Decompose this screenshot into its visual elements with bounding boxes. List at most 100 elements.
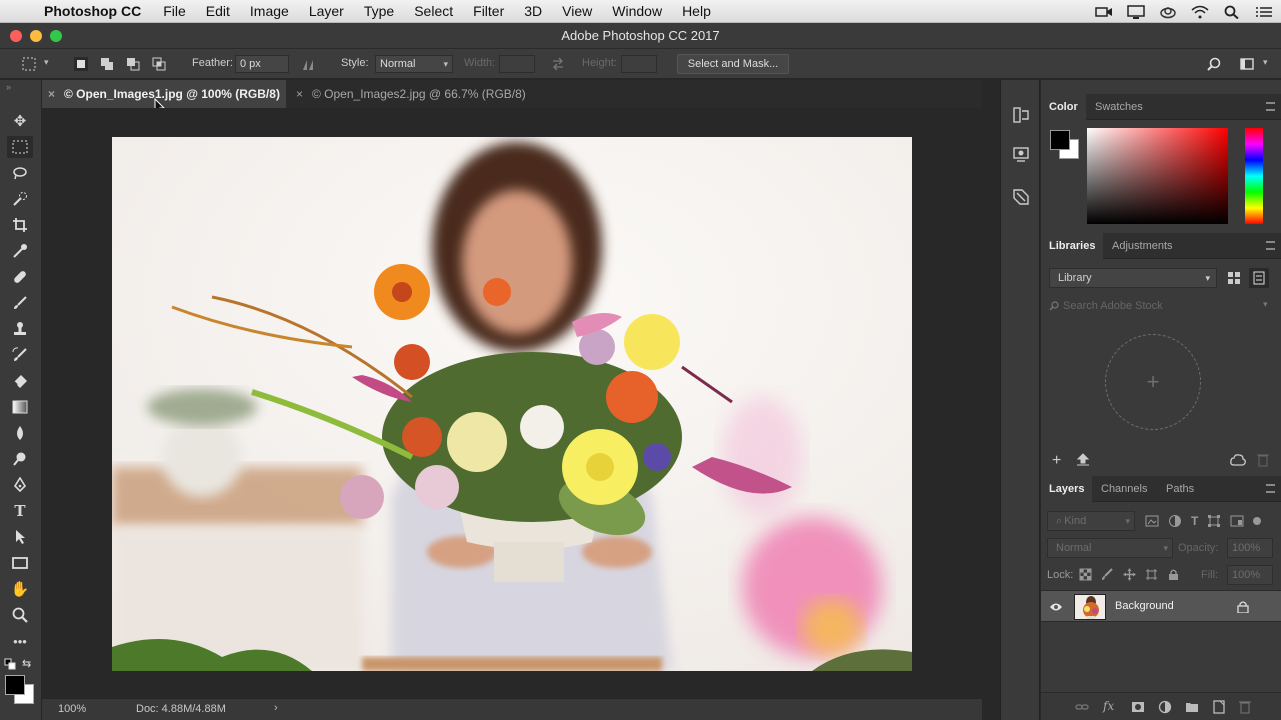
subtract-from-selection-icon[interactable] <box>126 57 140 71</box>
tab-channels[interactable]: Channels <box>1093 476 1155 502</box>
opacity-input[interactable]: 100% <box>1227 538 1273 558</box>
swap-colors-icon[interactable]: ⇆ <box>22 657 31 670</box>
pen-tool-icon[interactable] <box>7 474 33 496</box>
search-icon[interactable] <box>1207 57 1221 71</box>
menu-help[interactable]: Help <box>682 3 711 19</box>
add-icon[interactable]: + <box>1052 452 1061 470</box>
grid-view-icon[interactable] <box>1227 271 1241 285</box>
menu-view[interactable]: View <box>562 3 592 19</box>
camera-icon[interactable] <box>1095 5 1113 19</box>
filter-type-icon[interactable]: T <box>1191 514 1198 528</box>
marquee-preset-icon[interactable] <box>22 57 36 71</box>
canvas-area[interactable] <box>42 108 982 698</box>
path-selection-tool-icon[interactable] <box>7 526 33 548</box>
lock-position-icon[interactable] <box>1123 568 1136 581</box>
creative-cloud-icon[interactable] <box>1159 5 1177 19</box>
menu-image[interactable]: Image <box>250 3 289 19</box>
swap-width-height-icon[interactable] <box>551 57 565 71</box>
menu-edit[interactable]: Edit <box>206 3 230 19</box>
layer-style-icon[interactable]: fx <box>1103 699 1114 713</box>
eraser-tool-icon[interactable] <box>7 370 33 392</box>
menu-app-name[interactable]: Photoshop CC <box>44 3 141 19</box>
marquee-tool-icon[interactable] <box>7 136 33 158</box>
new-group-icon[interactable] <box>1185 700 1199 714</box>
properties-panel-icon[interactable] <box>1012 146 1030 164</box>
collapse-arrows-icon[interactable]: » <box>6 82 11 92</box>
notification-list-icon[interactable] <box>1255 5 1273 19</box>
tab-layers[interactable]: Layers <box>1041 476 1093 502</box>
list-view-icon[interactable] <box>1249 268 1269 288</box>
adjustment-layer-icon[interactable] <box>1158 700 1172 714</box>
edit-toolbar-icon[interactable]: ••• <box>7 630 33 652</box>
quick-selection-tool-icon[interactable] <box>7 188 33 210</box>
eyedropper-tool-icon[interactable] <box>7 240 33 262</box>
menu-select[interactable]: Select <box>414 3 453 19</box>
hand-tool-icon[interactable]: ✋ <box>7 578 33 600</box>
history-panel-icon[interactable] <box>1012 106 1030 124</box>
anti-alias-icon[interactable] <box>302 57 316 71</box>
tab-adjustments[interactable]: Adjustments <box>1104 233 1181 259</box>
panel-menu-icon[interactable] <box>1266 241 1275 250</box>
crop-tool-icon[interactable] <box>7 214 33 236</box>
link-layers-icon[interactable] <box>1075 700 1089 714</box>
color-field[interactable] <box>1087 128 1228 224</box>
lasso-tool-icon[interactable] <box>7 162 33 184</box>
new-layer-icon[interactable] <box>1212 700 1226 714</box>
delete-layer-icon[interactable] <box>1239 700 1251 714</box>
tab-color[interactable]: Color <box>1041 94 1086 120</box>
upload-icon[interactable] <box>1076 453 1090 467</box>
history-brush-tool-icon[interactable] <box>7 344 33 366</box>
menu-file[interactable]: File <box>163 3 186 19</box>
foreground-swatch[interactable] <box>1050 130 1070 150</box>
close-tab-icon[interactable]: × <box>48 80 55 108</box>
add-mask-icon[interactable] <box>1131 700 1145 714</box>
brush-tool-icon[interactable] <box>7 292 33 314</box>
layer-name[interactable]: Background <box>1115 600 1174 612</box>
menu-type[interactable]: Type <box>364 3 394 19</box>
trash-icon[interactable] <box>1257 453 1269 467</box>
new-selection-icon[interactable] <box>74 57 88 71</box>
filter-shape-icon[interactable] <box>1207 514 1221 528</box>
sync-cloud-icon[interactable] <box>1230 453 1246 467</box>
lock-image-pixels-icon[interactable] <box>1101 568 1114 581</box>
menu-window[interactable]: Window <box>612 3 662 19</box>
panel-menu-icon[interactable] <box>1266 102 1275 111</box>
blend-mode-select[interactable]: Normal ▾ <box>1047 538 1173 558</box>
doc-size[interactable]: Doc: 4.88M/4.88M <box>136 703 226 715</box>
wifi-icon[interactable] <box>1191 5 1209 19</box>
clone-stamp-tool-icon[interactable] <box>7 318 33 340</box>
filter-smart-object-icon[interactable] <box>1230 514 1244 528</box>
chevron-down-icon[interactable]: ▾ <box>1263 57 1268 68</box>
stock-search-field[interactable]: Search Adobe Stock ▾ <box>1041 295 1281 317</box>
tab-open-images2[interactable]: × © Open_Images2.jpg @ 66.7% (RGB/8) <box>290 80 542 108</box>
zoom-tool-icon[interactable] <box>7 604 33 626</box>
height-input[interactable] <box>621 55 657 73</box>
tab-swatches[interactable]: Swatches <box>1087 94 1151 120</box>
zoom-window-button[interactable] <box>50 30 62 42</box>
tab-libraries[interactable]: Libraries <box>1041 233 1104 259</box>
dodge-tool-icon[interactable] <box>7 448 33 470</box>
rectangle-tool-icon[interactable] <box>7 552 33 574</box>
close-tab-icon[interactable]: × <box>296 80 303 108</box>
width-input[interactable] <box>499 55 535 73</box>
menu-3d[interactable]: 3D <box>524 3 542 19</box>
blur-tool-icon[interactable] <box>7 422 33 444</box>
default-colors-icon[interactable] <box>4 658 16 670</box>
lock-transparent-pixels-icon[interactable] <box>1079 568 1092 581</box>
zoom-level[interactable]: 100% <box>58 703 86 715</box>
panel-menu-icon[interactable] <box>1266 484 1275 493</box>
intersect-selection-icon[interactable] <box>152 57 166 71</box>
tab-paths[interactable]: Paths <box>1158 476 1202 502</box>
menu-layer[interactable]: Layer <box>309 3 344 19</box>
feather-input[interactable]: 0 px <box>235 55 289 73</box>
type-tool-icon[interactable]: T <box>7 500 33 522</box>
filter-adjustment-icon[interactable] <box>1168 514 1182 528</box>
minimize-window-button[interactable] <box>30 30 42 42</box>
hue-slider[interactable] <box>1245 128 1263 224</box>
eye-visibility-icon[interactable] <box>1049 602 1063 612</box>
healing-brush-tool-icon[interactable] <box>7 266 33 288</box>
layer-filter-select[interactable]: ⌕ Kind ▾ <box>1047 511 1135 531</box>
library-select[interactable]: Library ▾ <box>1049 268 1217 288</box>
filter-pixel-icon[interactable] <box>1145 514 1159 528</box>
foreground-color-swatch[interactable] <box>5 675 25 695</box>
